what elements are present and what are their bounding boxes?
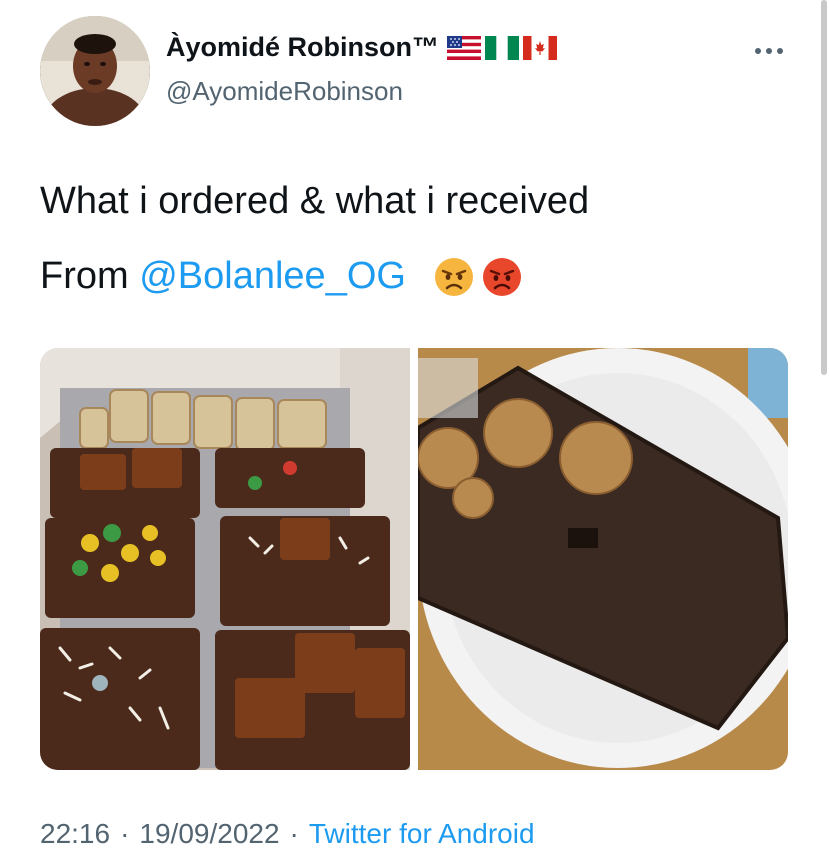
brownies-box-image bbox=[40, 348, 410, 770]
tweet-text-line-1: What i ordered & what i received bbox=[40, 180, 590, 222]
tweet-date[interactable]: 19/09/2022 bbox=[139, 818, 279, 850]
more-options-button[interactable] bbox=[752, 36, 786, 66]
burnt-brownie-plate-image bbox=[418, 348, 788, 770]
avatar-photo bbox=[40, 16, 150, 126]
more-dots-icon bbox=[755, 48, 783, 54]
meta-separator: · bbox=[120, 818, 130, 849]
tweet: Àyomidé Robinson™ @AyomideRobinson What … bbox=[0, 0, 829, 867]
flags bbox=[443, 35, 558, 60]
display-name[interactable]: Àyomidé Robinson™ bbox=[166, 32, 439, 63]
angry-face-icon bbox=[434, 257, 473, 296]
tweet-time[interactable]: 22:16 bbox=[40, 818, 110, 850]
avatar[interactable] bbox=[40, 16, 150, 126]
media-grid bbox=[40, 348, 788, 770]
photo-ordered[interactable] bbox=[40, 348, 410, 770]
handle[interactable]: @AyomideRobinson bbox=[166, 76, 403, 107]
tweet-text-prefix: From bbox=[40, 255, 140, 297]
tweet-text-line-2: From @Bolanlee_OG bbox=[40, 255, 522, 298]
us-flag-icon bbox=[447, 35, 482, 60]
canada-flag-icon bbox=[523, 35, 558, 60]
mention-link[interactable]: @Bolanlee_OG bbox=[139, 255, 406, 298]
tweet-meta: 22:16 · 19/09/2022 · Twitter for Android bbox=[40, 818, 535, 850]
scrollbar[interactable] bbox=[821, 0, 827, 375]
author-name-row[interactable]: Àyomidé Robinson™ bbox=[166, 32, 558, 63]
photo-received[interactable] bbox=[418, 348, 788, 770]
tweet-source-link[interactable]: Twitter for Android bbox=[309, 818, 535, 850]
pouting-face-icon bbox=[482, 257, 521, 296]
nigeria-flag-icon bbox=[485, 35, 520, 60]
meta-separator-2: · bbox=[289, 818, 299, 849]
